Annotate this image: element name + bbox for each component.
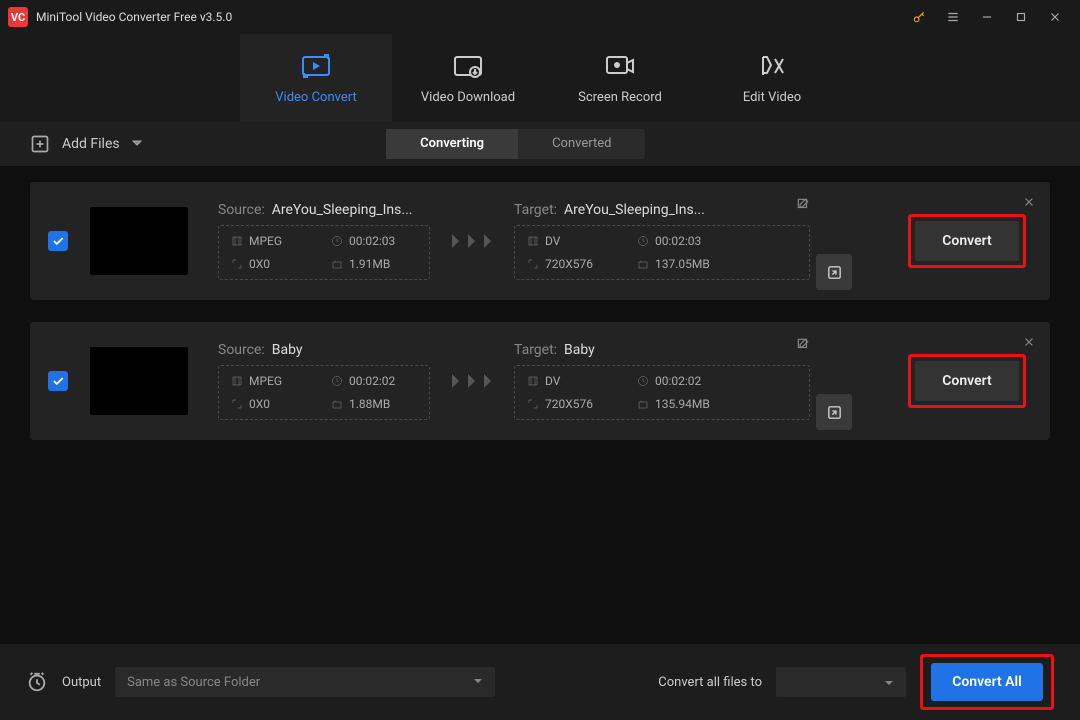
clock-icon [637, 375, 649, 387]
app-title: MiniTool Video Converter Free v3.5.0 [36, 10, 232, 24]
app-logo: VC [8, 7, 28, 27]
size-icon [331, 258, 343, 270]
target-meta: DV 00:02:02 720X576 135.94MB [514, 365, 810, 420]
size-icon [637, 258, 649, 270]
target-settings-button[interactable] [816, 394, 852, 430]
dimensions-icon [527, 258, 539, 270]
target-filename: Baby [564, 342, 595, 358]
arrow-icon [448, 373, 496, 389]
size-icon [331, 398, 343, 410]
highlight-1: Convert [908, 214, 1026, 268]
tab-video-convert[interactable]: Video Convert [240, 34, 392, 122]
sub-tab-converting[interactable]: Converting [386, 129, 518, 159]
target-meta: DV 00:02:03 720X576 137.05MB [514, 225, 810, 280]
target-label: Target: [514, 202, 557, 218]
clock-icon [331, 375, 343, 387]
target-filename: AreYou_Sleeping_Ins... [564, 202, 705, 218]
footer: Output Same as Source Folder Convert all… [0, 644, 1080, 720]
close-icon[interactable] [1038, 0, 1072, 34]
format-icon [527, 235, 539, 247]
convert-button[interactable]: Convert [915, 361, 1019, 401]
arrow-icon [448, 233, 496, 249]
item-checkbox[interactable] [48, 371, 68, 391]
tab-label: Video Download [421, 90, 515, 105]
source-meta: MPEG 00:02:02 0X0 1.88MB [218, 365, 430, 420]
clock-icon [331, 235, 343, 247]
source-label: Source: [218, 202, 265, 218]
file-item: Source: Baby MPEG 00:02:02 0X0 1.88MB Ta… [30, 322, 1050, 440]
sub-tab-converted[interactable]: Converted [518, 129, 645, 159]
output-value: Same as Source Folder [127, 675, 260, 690]
dimensions-icon [527, 398, 539, 410]
menu-icon[interactable] [936, 0, 970, 34]
tab-screen-record[interactable]: Screen Record [544, 34, 696, 122]
source-block: Source: Baby MPEG 00:02:02 0X0 1.88MB [218, 342, 430, 420]
convert-all-format-select[interactable] [776, 667, 906, 697]
main-tabs: Video Convert Video Download Screen Reco… [0, 34, 1080, 122]
source-filename: Baby [272, 342, 303, 358]
maximize-icon[interactable] [1004, 0, 1038, 34]
item-thumbnail [90, 347, 188, 415]
convert-button[interactable]: Convert [915, 221, 1019, 261]
highlight-2: Convert [908, 354, 1026, 408]
format-icon [231, 235, 243, 247]
rename-icon[interactable] [796, 196, 810, 215]
source-label: Source: [218, 342, 265, 358]
schedule-icon[interactable] [26, 671, 48, 693]
titlebar: VC MiniTool Video Converter Free v3.5.0 [0, 0, 1080, 34]
rename-icon[interactable] [796, 336, 810, 355]
target-label: Target: [514, 342, 557, 358]
remove-item-icon[interactable] [1022, 334, 1036, 353]
clock-icon [637, 235, 649, 247]
format-icon [231, 375, 243, 387]
target-block: Target: AreYou_Sleeping_Ins... DV 00:02:… [514, 202, 810, 280]
item-thumbnail [90, 207, 188, 275]
chevron-down-icon [473, 675, 483, 690]
format-icon [527, 375, 539, 387]
source-filename: AreYou_Sleeping_Ins... [272, 202, 413, 218]
item-checkbox[interactable] [48, 231, 68, 251]
add-files-label: Add Files [62, 136, 120, 152]
tab-label: Video Convert [275, 90, 356, 105]
output-folder-select[interactable]: Same as Source Folder [115, 667, 495, 697]
sub-tabs: Converting Converted [386, 129, 645, 159]
convert-icon [301, 52, 331, 80]
tab-edit-video[interactable]: Edit Video [696, 34, 848, 122]
source-meta: MPEG 00:02:03 0X0 1.91MB [218, 225, 430, 280]
source-block: Source: AreYou_Sleeping_Ins... MPEG 00:0… [218, 202, 430, 280]
size-icon [637, 398, 649, 410]
tab-video-download[interactable]: Video Download [392, 34, 544, 122]
sub-toolbar: Add Files Converting Converted [0, 122, 1080, 166]
edit-video-icon [757, 52, 787, 80]
highlight-convert-all: Convert All [920, 654, 1054, 710]
convert-all-to-label: Convert all files to [658, 675, 762, 690]
add-files-button[interactable]: Add Files [30, 134, 142, 154]
key-icon[interactable] [902, 0, 936, 34]
target-block: Target: Baby DV 00:02:02 720X576 135.94M… [514, 342, 810, 420]
convert-all-button[interactable]: Convert All [931, 663, 1043, 701]
download-icon [453, 52, 483, 80]
add-file-icon [30, 134, 50, 154]
chevron-down-icon [132, 136, 142, 152]
tab-label: Screen Record [578, 90, 662, 105]
minimize-icon[interactable] [970, 0, 1004, 34]
file-item: Source: AreYou_Sleeping_Ins... MPEG 00:0… [30, 182, 1050, 300]
dimensions-icon [231, 258, 243, 270]
chevron-down-icon [884, 673, 894, 692]
items-list: Source: AreYou_Sleeping_Ins... MPEG 00:0… [0, 166, 1080, 456]
record-icon [605, 52, 635, 80]
dimensions-icon [231, 398, 243, 410]
target-settings-button[interactable] [816, 254, 852, 290]
tab-label: Edit Video [743, 90, 801, 105]
output-label: Output [62, 675, 101, 690]
remove-item-icon[interactable] [1022, 194, 1036, 213]
